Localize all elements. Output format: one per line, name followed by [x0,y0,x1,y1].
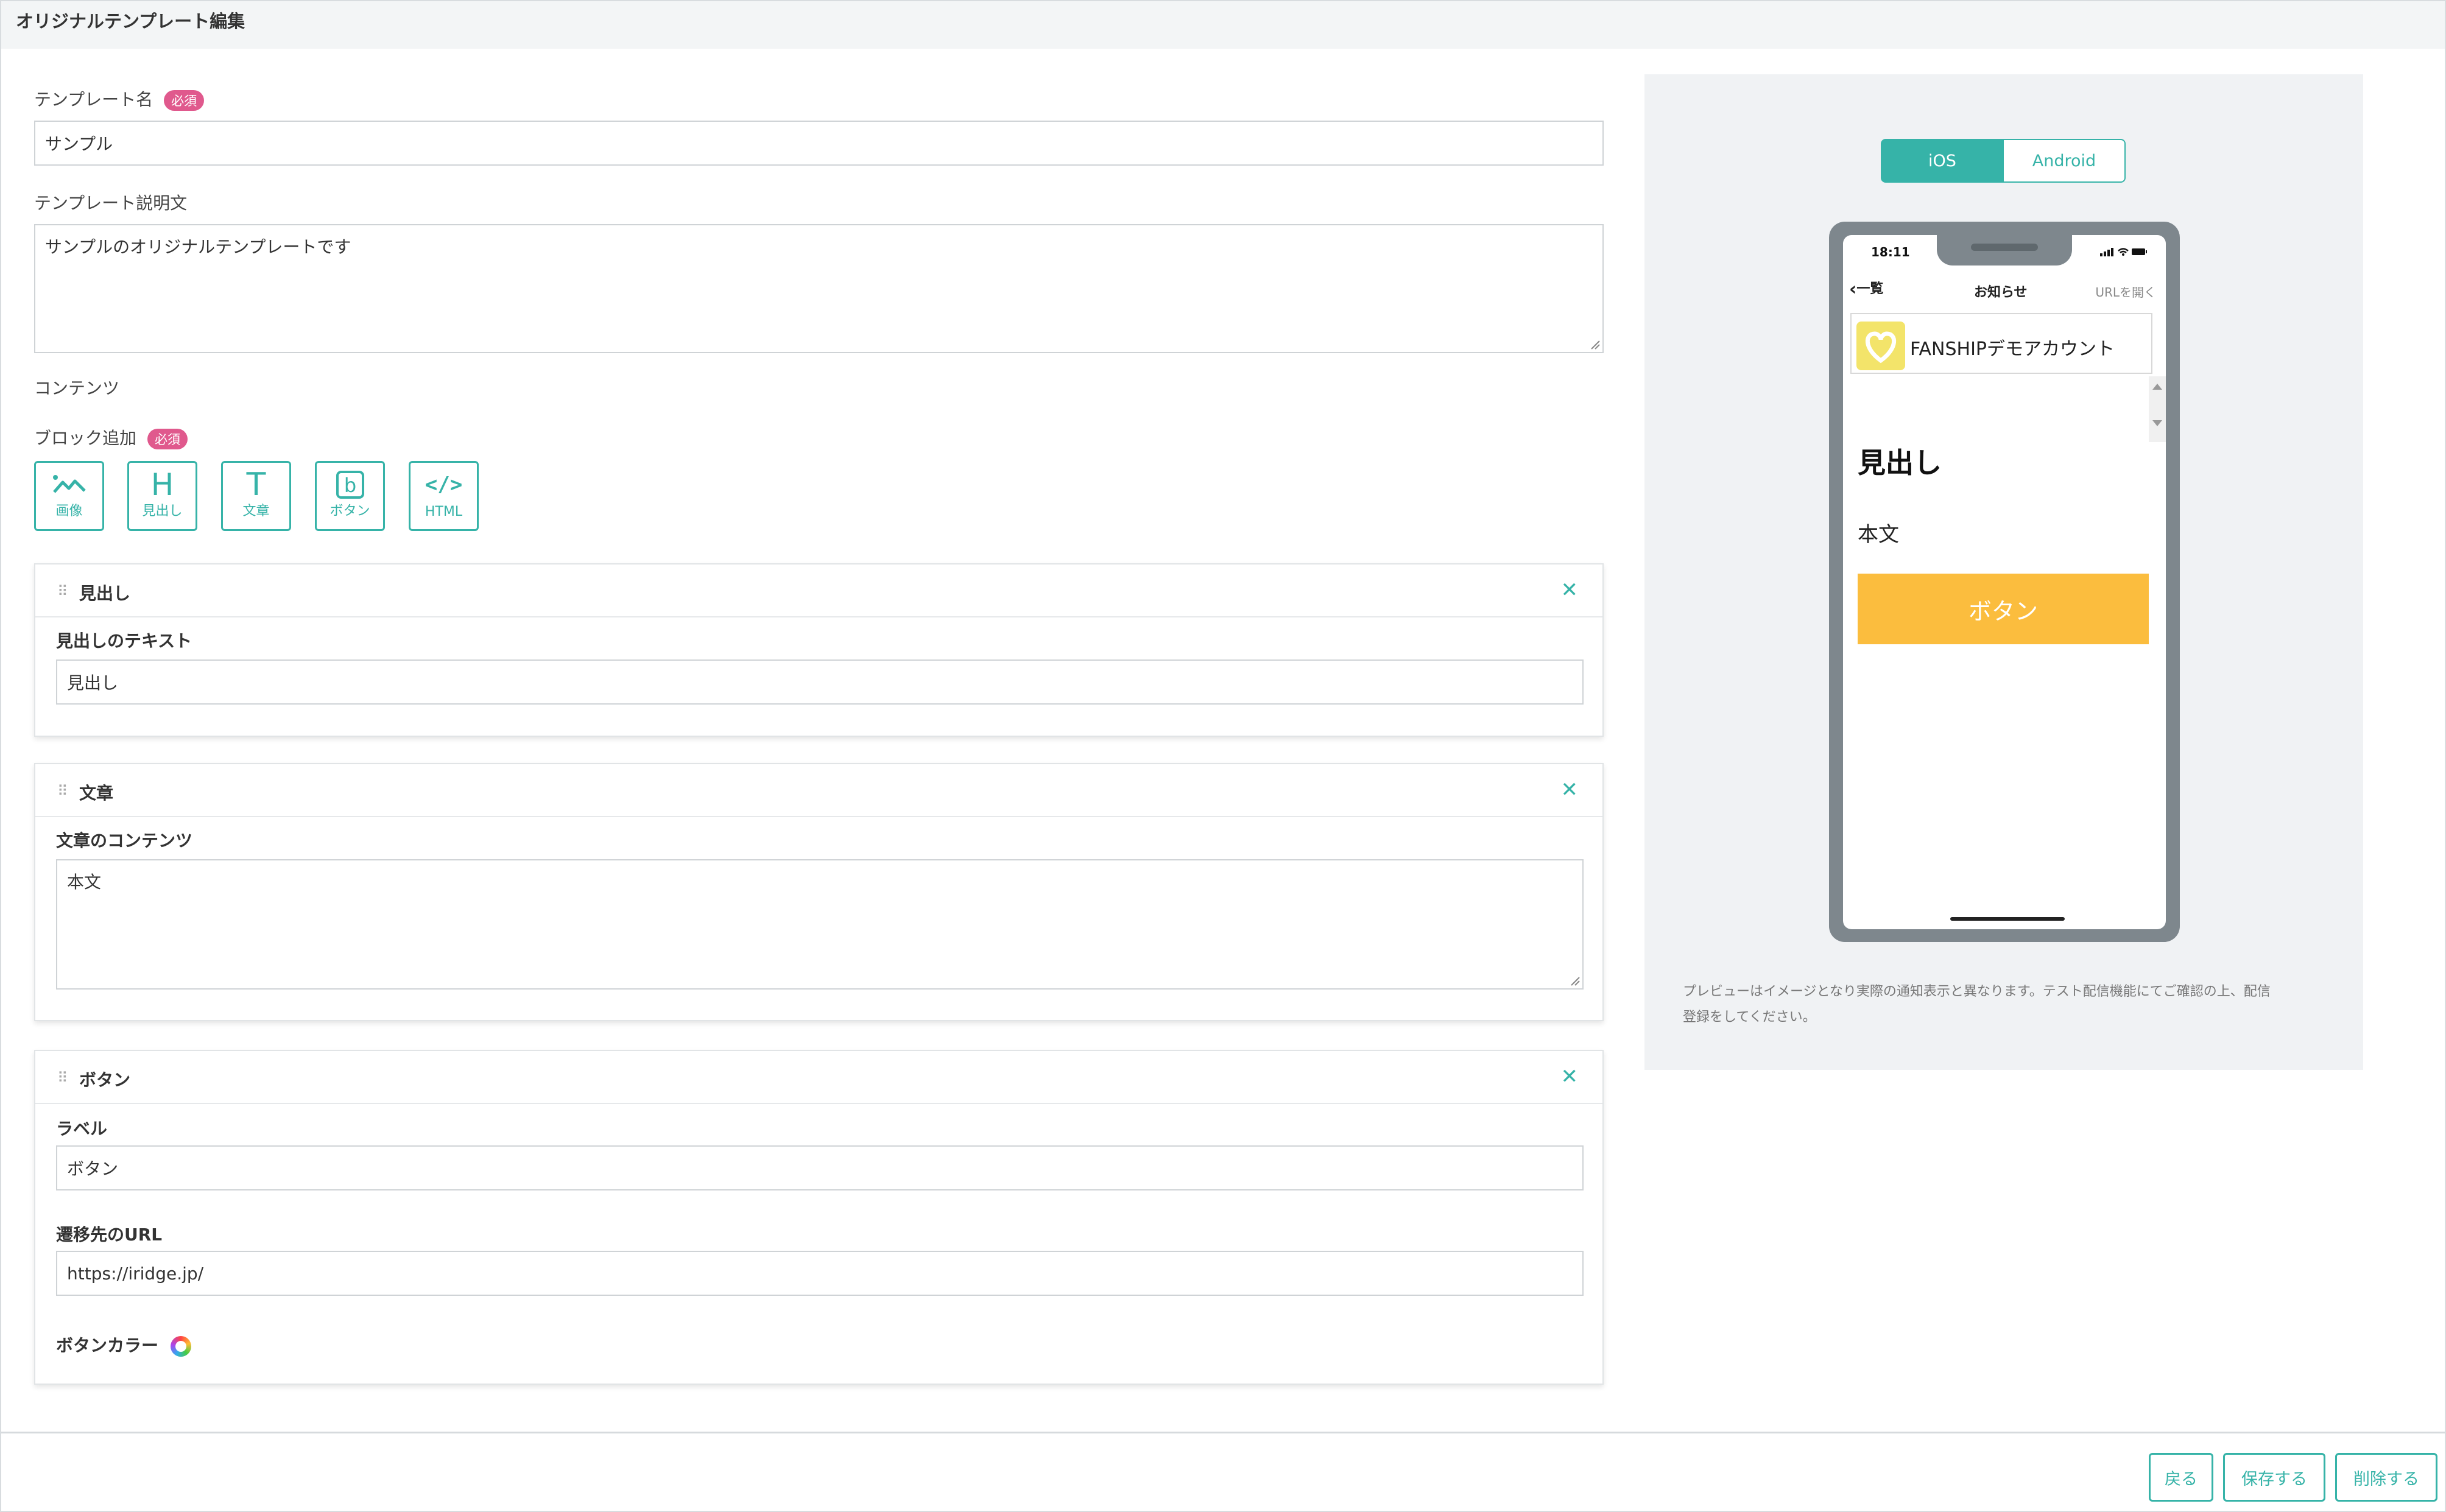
button-url-input[interactable]: https://iridge.jp/ [56,1251,1584,1296]
template-name-input[interactable]: サンプル [34,121,1604,166]
required-badge: 必須 [147,429,188,449]
button-label-value: ボタン [67,1159,119,1179]
image-icon [36,468,102,502]
heading-text-input[interactable]: 見出し [56,659,1584,705]
close-icon[interactable]: ✕ [1561,1064,1579,1089]
status-icons [2100,246,2148,260]
scroll-up-icon[interactable] [2152,384,2162,390]
scroll-down-icon[interactable] [2152,420,2162,426]
preview-heading: 見出し [1858,446,1942,479]
add-text-block-button[interactable]: T 文章 [221,461,291,531]
card-header: ⠿ 見出し ✕ [35,564,1602,617]
tab-ios[interactable]: iOS [1881,139,2004,183]
button-url-value: https://iridge.jp/ [67,1263,204,1284]
nav-open-url[interactable]: URLを開く [2095,283,2156,300]
card-header: ⠿ ボタン ✕ [35,1051,1602,1104]
status-time: 18:11 [1871,245,1910,259]
drag-handle-icon[interactable]: ⠿ [57,1069,68,1086]
block-add-label-text: ブロック追加 [34,428,137,448]
tab-android[interactable]: Android [2003,139,2126,183]
block-type-label: 見出し [142,504,183,519]
add-heading-block-button[interactable]: H 見出し [127,461,197,531]
resize-handle-icon[interactable] [1569,975,1580,986]
template-desc-textarea[interactable]: サンプルのオリジナルテンプレートです [34,224,1604,353]
svg-text:b: b [344,474,356,497]
save-button[interactable]: 保存する [2223,1453,2325,1502]
heading-text-label: 見出しのテキスト [56,631,192,651]
add-image-block-button[interactable]: 画像 [34,461,104,531]
text-icon: T [246,466,266,503]
button-url-label: 遷移先のURL [56,1225,163,1245]
drag-handle-icon[interactable]: ⠿ [57,782,68,800]
card-header: ⠿ 文章 ✕ [35,764,1602,817]
signal-wifi-battery-icon [2100,248,2147,256]
button-block-card: ⠿ ボタン ✕ ラベル ボタン 遷移先のURL https://iridge.j… [34,1050,1604,1385]
button-label-label: ラベル [56,1119,108,1139]
button-icon: b [317,468,383,502]
template-name-label-text: テンプレート名 [34,90,153,110]
template-desc-label: テンプレート説明文 [34,193,188,213]
nav-back-label: 一覧 [1856,281,1884,297]
heading-text-value: 見出し [67,673,119,693]
scrollbar[interactable] [2149,376,2166,442]
account-name: FANSHIPデモアカウント [1910,339,2115,360]
preview-note-line-2: 登録をしてください。 [1683,1010,1816,1025]
button-color-label: ボタンカラー [56,1332,191,1357]
preview-button[interactable]: ボタン [1858,574,2149,644]
block-type-label: 文章 [242,504,270,519]
add-button-block-button[interactable]: b ボタン [315,461,385,531]
required-badge: 必須 [164,90,205,111]
code-icon: </> [425,473,463,497]
preview-body: 本文 [1858,522,1899,547]
preview-note-line-1: プレビューはイメージとなり実際の通知表示と異なります。テスト配信機能にてご確認の… [1683,984,2271,999]
contents-label: コンテンツ [34,378,120,398]
text-content-label: 文章のコンテンツ [56,831,193,851]
button-label-input[interactable]: ボタン [56,1145,1584,1190]
nav-back[interactable]: ‹一覧 [1849,278,1883,300]
block-type-label: ボタン [330,504,370,519]
heart-logo-icon [1865,331,1897,364]
template-name-label: テンプレート名 必須 [34,86,205,111]
heading-block-card: ⠿ 見出し ✕ 見出しのテキスト 見出し [34,563,1604,737]
text-content-textarea[interactable]: 本文 [56,859,1584,990]
page-title: オリジナルテンプレート編集 [16,11,245,32]
text-block-card: ⠿ 文章 ✕ 文章のコンテンツ 本文 [34,763,1604,1021]
add-html-block-button[interactable]: </> HTML [409,461,479,531]
card-title: 文章 [79,783,114,803]
text-content-value: 本文 [67,872,102,892]
button-color-label-text: ボタンカラー [56,1335,159,1356]
chevron-left-icon: ‹ [1849,278,1857,300]
template-desc-value: サンプルのオリジナルテンプレートです [45,237,351,257]
block-add-label: ブロック追加 必須 [34,425,188,449]
resize-handle-icon[interactable] [1589,339,1600,350]
block-type-label: 画像 [55,504,83,519]
template-name-value: サンプル [45,134,113,154]
delete-button[interactable]: 削除する [2335,1453,2437,1502]
home-indicator [1950,917,2065,921]
footer-divider [1,1432,2445,1433]
heading-icon: H [150,467,174,502]
close-icon[interactable]: ✕ [1561,778,1579,802]
nav-title: お知らせ [1974,285,2028,300]
card-title: ボタン [79,1070,131,1090]
card-title: 見出し [79,583,131,603]
drag-handle-icon[interactable]: ⠿ [57,583,68,600]
color-picker-icon[interactable] [170,1336,191,1357]
back-button[interactable]: 戻る [2149,1453,2213,1502]
close-icon[interactable]: ✕ [1561,578,1579,602]
block-type-label: HTML [425,504,463,519]
account-logo [1856,322,1905,370]
account-header: FANSHIPデモアカウント [1850,313,2152,374]
phone-screen: 18:11 ‹一覧 お知らせ URLを開く FANSHIPデモアカウント 見出し… [1843,235,2166,929]
phone-speaker [1971,244,2038,251]
page-header: オリジナルテンプレート編集 [1,1,2445,49]
preview-note: プレビューはイメージとなり実際の通知表示と異なります。テスト配信機能にてご確認の… [1683,979,2328,1030]
